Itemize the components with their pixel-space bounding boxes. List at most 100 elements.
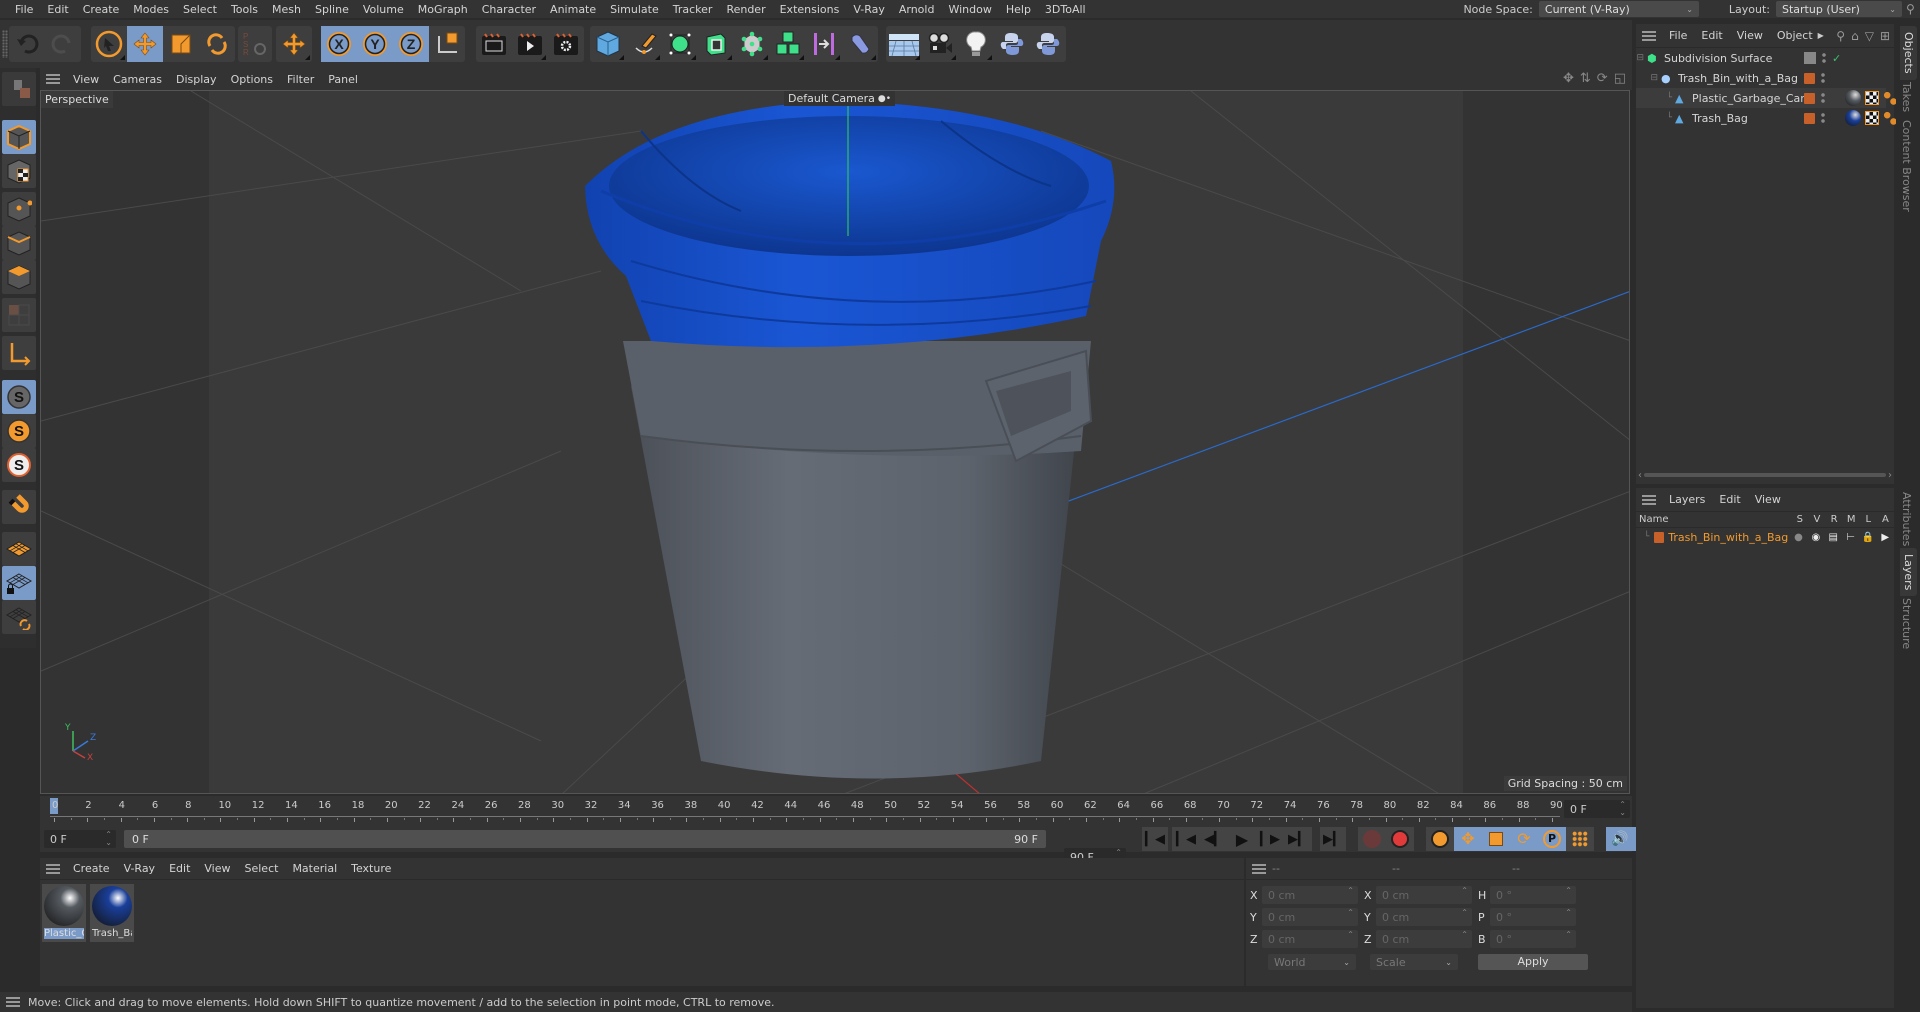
subdivision-button[interactable] bbox=[662, 26, 698, 62]
viewport-menu-panel[interactable]: Panel bbox=[321, 73, 365, 86]
object-row[interactable]: ⊟ ● Trash_Bin_with_a_Bag bbox=[1636, 68, 1886, 88]
status-menu-icon[interactable] bbox=[6, 997, 20, 1007]
layer-column-a[interactable]: A bbox=[1877, 514, 1894, 525]
spinner-icon[interactable]: ⌃ bbox=[1461, 887, 1468, 895]
pen-button[interactable] bbox=[626, 26, 662, 62]
coordinate-mode-select[interactable]: Scale ⌄ bbox=[1370, 954, 1458, 970]
apply-button[interactable]: Apply bbox=[1478, 954, 1588, 970]
material-menu-select[interactable]: Select bbox=[238, 862, 286, 875]
coords-menu-icon[interactable] bbox=[1252, 863, 1266, 874]
menu-3dtoall[interactable]: 3DToAll bbox=[1038, 3, 1093, 16]
menu-create[interactable]: Create bbox=[76, 3, 127, 16]
camera-label[interactable]: Default Camera ●• bbox=[784, 91, 896, 106]
lock-icon[interactable]: 🔒 bbox=[1859, 532, 1876, 543]
y-axis-toggle[interactable]: Y bbox=[357, 26, 393, 62]
menu-window[interactable]: Window bbox=[941, 3, 998, 16]
axis-mode-button[interactable] bbox=[2, 336, 36, 370]
spinner-icon[interactable]: ⌃ bbox=[1565, 931, 1572, 939]
texture-mode-button[interactable] bbox=[2, 154, 36, 188]
node-space-select[interactable]: Current (V-Ray) ⌄ bbox=[1538, 1, 1699, 17]
material-tag-icon[interactable] bbox=[1845, 110, 1861, 126]
layer-column-r[interactable]: R bbox=[1825, 514, 1842, 525]
menu-extensions[interactable]: Extensions bbox=[773, 3, 847, 16]
vray-tag-icon[interactable] bbox=[1883, 91, 1897, 105]
menu-select[interactable]: Select bbox=[176, 3, 224, 16]
scale-tool[interactable] bbox=[163, 26, 199, 62]
tab-layers[interactable]: Layers bbox=[1900, 548, 1917, 597]
uvw-tag-icon[interactable] bbox=[1865, 111, 1879, 125]
material-swatch[interactable]: Trash_Ba bbox=[90, 884, 134, 942]
scroll-thumb[interactable] bbox=[1644, 473, 1886, 477]
material-menu-material[interactable]: Material bbox=[285, 862, 344, 875]
tab-content-browser[interactable]: Content Browser bbox=[1900, 120, 1913, 212]
edit-toggle-icon[interactable] bbox=[1804, 52, 1816, 64]
psr-button[interactable]: PSR bbox=[238, 26, 272, 62]
3d-viewport[interactable]: Perspective Default Camera ●• Y Z X Grid … bbox=[40, 90, 1630, 794]
coord-field[interactable]: 0 ° ⌃ bbox=[1490, 886, 1576, 904]
edge-mode-button[interactable] bbox=[2, 226, 36, 260]
visibility-dots-icon[interactable] bbox=[1821, 112, 1825, 124]
visibility-dots-icon[interactable] bbox=[1821, 92, 1825, 104]
spinner-icon[interactable]: ⌃⌄ bbox=[105, 831, 112, 847]
mograph-button[interactable] bbox=[734, 26, 770, 62]
layer-column-name[interactable]: Name bbox=[1639, 514, 1791, 525]
objects-menu-view[interactable]: View bbox=[1730, 29, 1770, 42]
point-mode-button[interactable] bbox=[2, 192, 36, 226]
spinner-icon[interactable]: ⌃ bbox=[1565, 887, 1572, 895]
autokey-button[interactable] bbox=[1386, 830, 1414, 848]
layer-color-swatch[interactable] bbox=[1804, 72, 1815, 84]
menu-help[interactable]: Help bbox=[999, 3, 1038, 16]
sound-button[interactable]: 🔊 bbox=[1606, 831, 1634, 847]
floor-button[interactable] bbox=[886, 26, 922, 62]
material-menu-edit[interactable]: Edit bbox=[162, 862, 197, 875]
keyframe-selection-button[interactable] bbox=[1426, 830, 1454, 848]
menu-v-ray[interactable]: V-Ray bbox=[846, 3, 892, 16]
go-to-start-button[interactable]: ▎◀ bbox=[1142, 827, 1168, 851]
polygon-mode-button[interactable] bbox=[2, 260, 36, 294]
coordinate-space-select[interactable]: World ⌄ bbox=[1268, 954, 1356, 970]
prev-key-button[interactable]: ▎◀ bbox=[1172, 832, 1200, 847]
layer-color-swatch[interactable] bbox=[1804, 112, 1815, 124]
manager-icon[interactable]: ⊢ bbox=[1842, 532, 1859, 543]
object-row[interactable]: ⊟ ⬢ Subdivision Surface ✓ bbox=[1636, 48, 1886, 68]
objects-hscrollbar[interactable]: ‹ › bbox=[1636, 468, 1894, 482]
uv-mode-button[interactable] bbox=[2, 298, 36, 332]
key-pla-button[interactable] bbox=[1566, 827, 1594, 851]
workplane-button[interactable] bbox=[2, 532, 36, 566]
key-rotation-button[interactable]: ⟳ bbox=[1510, 827, 1538, 851]
coord-field[interactable]: 0 ° ⌃ bbox=[1490, 908, 1576, 926]
extrude-button[interactable] bbox=[698, 26, 734, 62]
tab-attributes[interactable]: Attributes bbox=[1900, 492, 1913, 546]
layer-column-v[interactable]: V bbox=[1808, 514, 1825, 525]
bend-button[interactable] bbox=[842, 26, 878, 62]
layer-color-swatch[interactable] bbox=[1653, 531, 1665, 543]
viewport-menu-options[interactable]: Options bbox=[224, 73, 280, 86]
search-icon[interactable]: ⚲ bbox=[1906, 2, 1920, 16]
objects-menu-object[interactable]: Object bbox=[1770, 29, 1820, 42]
menu-tools[interactable]: Tools bbox=[224, 3, 265, 16]
menu-character[interactable]: Character bbox=[475, 3, 543, 16]
filter-icon[interactable]: ▽ bbox=[1865, 29, 1874, 43]
cube-button[interactable] bbox=[590, 26, 626, 62]
material-menu-icon[interactable] bbox=[46, 863, 60, 874]
coord-field[interactable]: 0 cm ⌃ bbox=[1376, 930, 1472, 948]
tab-takes[interactable]: Takes bbox=[1900, 82, 1913, 112]
enabled-check-icon[interactable]: ✓ bbox=[1832, 52, 1841, 65]
layers-menu-view[interactable]: View bbox=[1748, 493, 1788, 506]
layout-select[interactable]: Startup (User) ⌄ bbox=[1776, 1, 1902, 17]
menu-file[interactable]: File bbox=[8, 3, 40, 16]
timeline-ruler[interactable]: 0 2 4 6 8 10 12 14 16 18 20 22 24 26 28 30 32 34 36 38 40 42 4… bbox=[40, 796, 1632, 826]
select-tool[interactable] bbox=[91, 26, 127, 62]
coord-field[interactable]: 0 cm ⌃ bbox=[1262, 930, 1358, 948]
viewport-menu-display[interactable]: Display bbox=[169, 73, 224, 86]
zoom-view-icon[interactable]: ⇅ bbox=[1580, 71, 1591, 86]
locked-workplane-button[interactable] bbox=[2, 566, 36, 600]
tab-objects[interactable]: Objects bbox=[1900, 26, 1917, 80]
viewport-menu-cameras[interactable]: Cameras bbox=[106, 73, 169, 86]
material-menu-v-ray[interactable]: V-Ray bbox=[117, 862, 163, 875]
redo-button[interactable] bbox=[45, 26, 81, 62]
key-position-button[interactable]: ✥ bbox=[1454, 827, 1482, 851]
spinner-icon[interactable]: ⌃ bbox=[1347, 909, 1354, 917]
coord-field[interactable]: 0 cm ⌃ bbox=[1376, 886, 1472, 904]
rotate-tool[interactable] bbox=[199, 26, 235, 62]
